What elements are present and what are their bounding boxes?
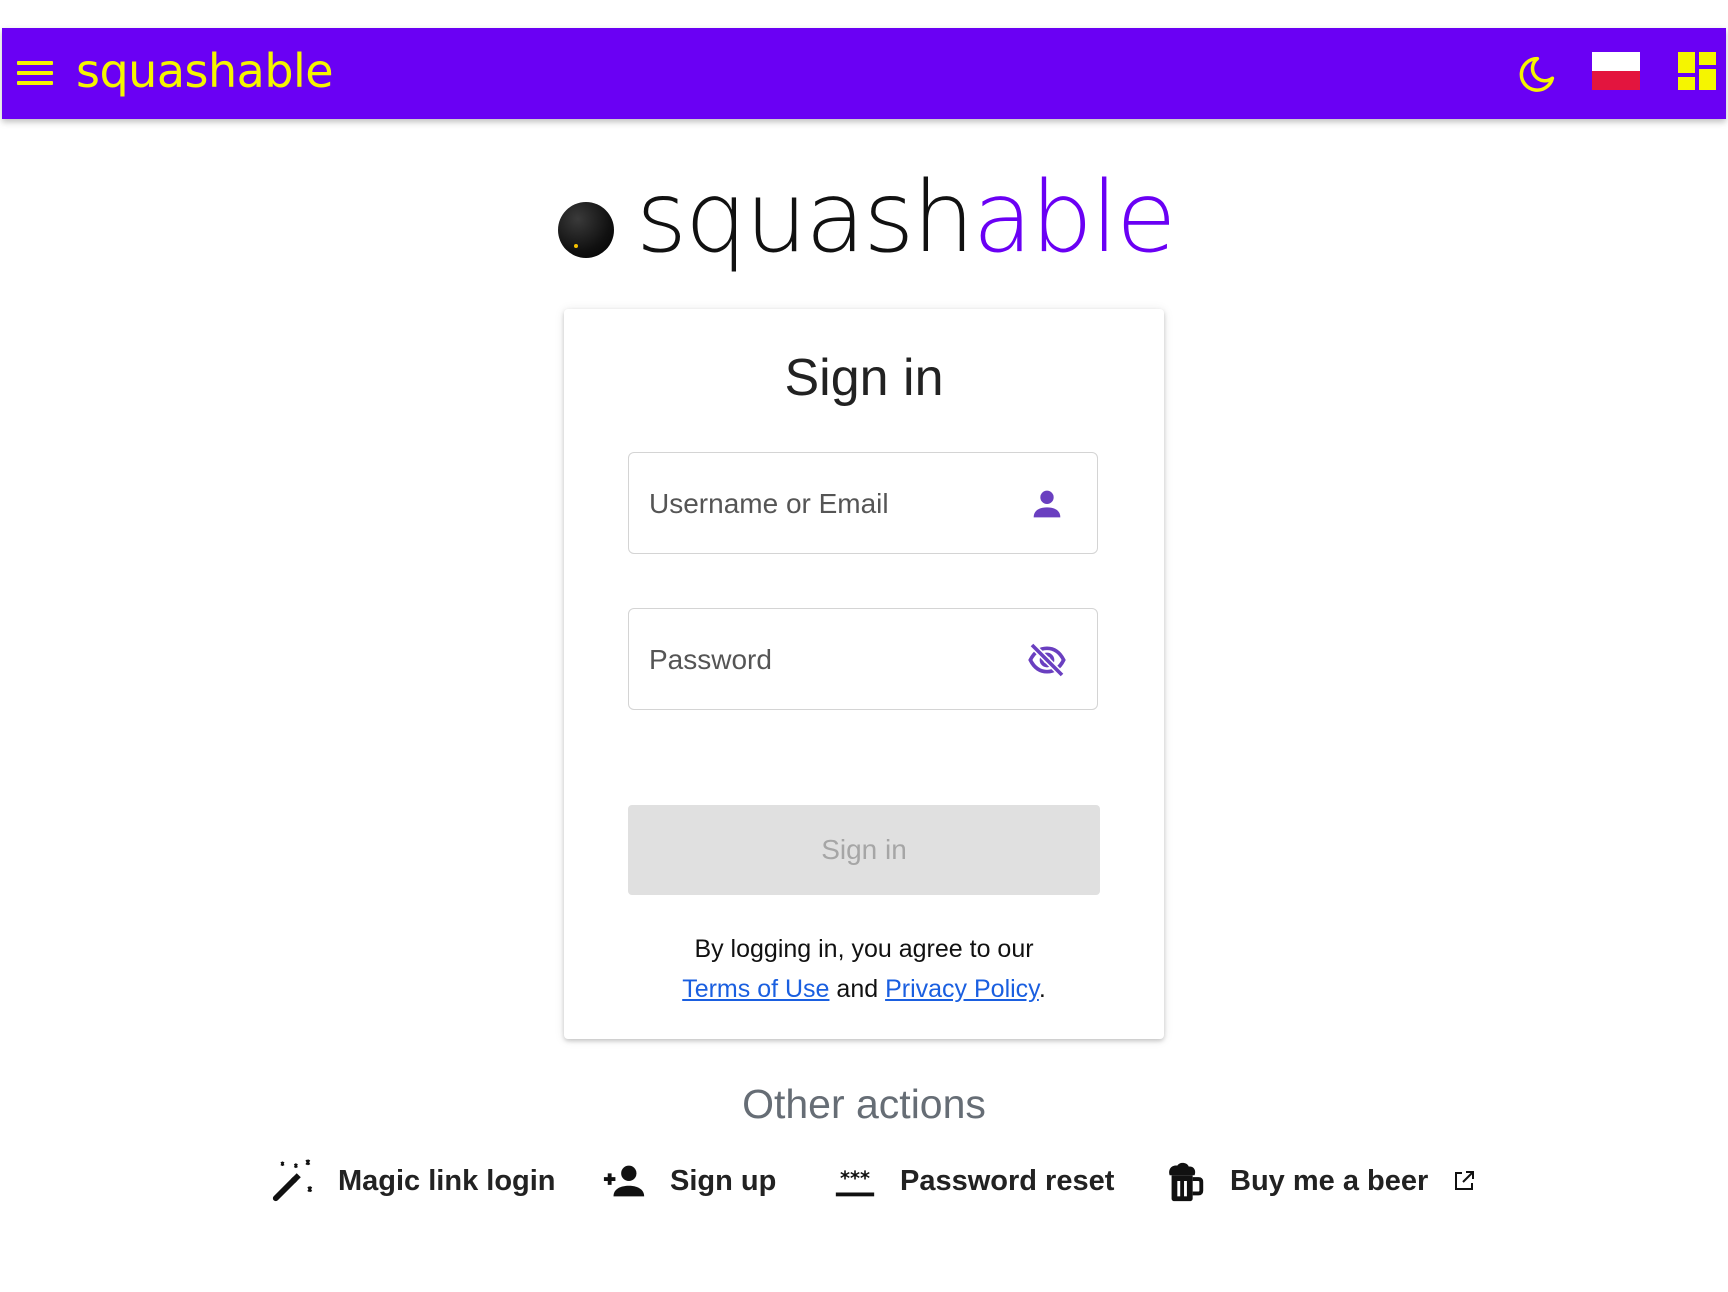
eye-off-icon[interactable] (1027, 640, 1067, 680)
svg-text:***: *** (840, 1167, 870, 1190)
terms-of-use-link[interactable]: Terms of Use (682, 975, 829, 1003)
password-reset-label: Password reset (900, 1164, 1115, 1197)
card-title: Sign in (784, 349, 944, 407)
logo-text: squashable (636, 160, 1177, 278)
logo-text-part2: able (972, 161, 1177, 275)
period-text: . (1038, 975, 1046, 1003)
agree-text: By logging in, you agree to our (694, 935, 1034, 963)
buy-me-a-beer-link[interactable]: Buy me a beer (1162, 1156, 1476, 1206)
beer-icon (1169, 1162, 1204, 1202)
logo-text-part1: squash (636, 161, 975, 275)
sign-up-button[interactable]: Sign up (602, 1156, 776, 1206)
buy-me-a-beer-label: Buy me a beer (1230, 1164, 1429, 1197)
person-icon (1033, 490, 1061, 518)
username-input[interactable] (647, 479, 1011, 529)
magic-link-login-button[interactable]: Magic link login (270, 1156, 556, 1206)
squash-ball-icon (558, 202, 614, 258)
top-app-bar: squashable (2, 28, 1726, 119)
other-actions-title: Other actions (742, 1081, 986, 1127)
sign-in-button[interactable]: Sign in (628, 805, 1100, 895)
password-icon: *** (835, 1167, 875, 1197)
dashboard-icon[interactable] (1678, 52, 1716, 90)
terms-notice: By logging in, you agree to our Terms of… (564, 929, 1164, 1009)
app-brand[interactable]: squashable (76, 44, 334, 99)
privacy-policy-link[interactable]: Privacy Policy (885, 975, 1039, 1003)
poland-flag-icon[interactable] (1592, 52, 1640, 90)
menu-icon[interactable] (17, 58, 53, 88)
password-reset-button[interactable]: *** Password reset (832, 1156, 1114, 1206)
sign-up-label: Sign up (670, 1164, 777, 1197)
username-field[interactable] (628, 452, 1098, 554)
magic-wand-icon (272, 1159, 313, 1202)
moon-icon[interactable] (1516, 53, 1558, 95)
person-add-icon (603, 1165, 645, 1197)
logo: squashable (558, 160, 1178, 280)
login-card: Sign in Sign in By logging in, you agree… (564, 309, 1164, 1039)
password-field[interactable] (628, 608, 1098, 710)
external-link-icon (1455, 1171, 1475, 1190)
magic-link-login-label: Magic link login (338, 1164, 556, 1197)
and-text: and (836, 975, 879, 1003)
password-input[interactable] (647, 635, 1011, 685)
